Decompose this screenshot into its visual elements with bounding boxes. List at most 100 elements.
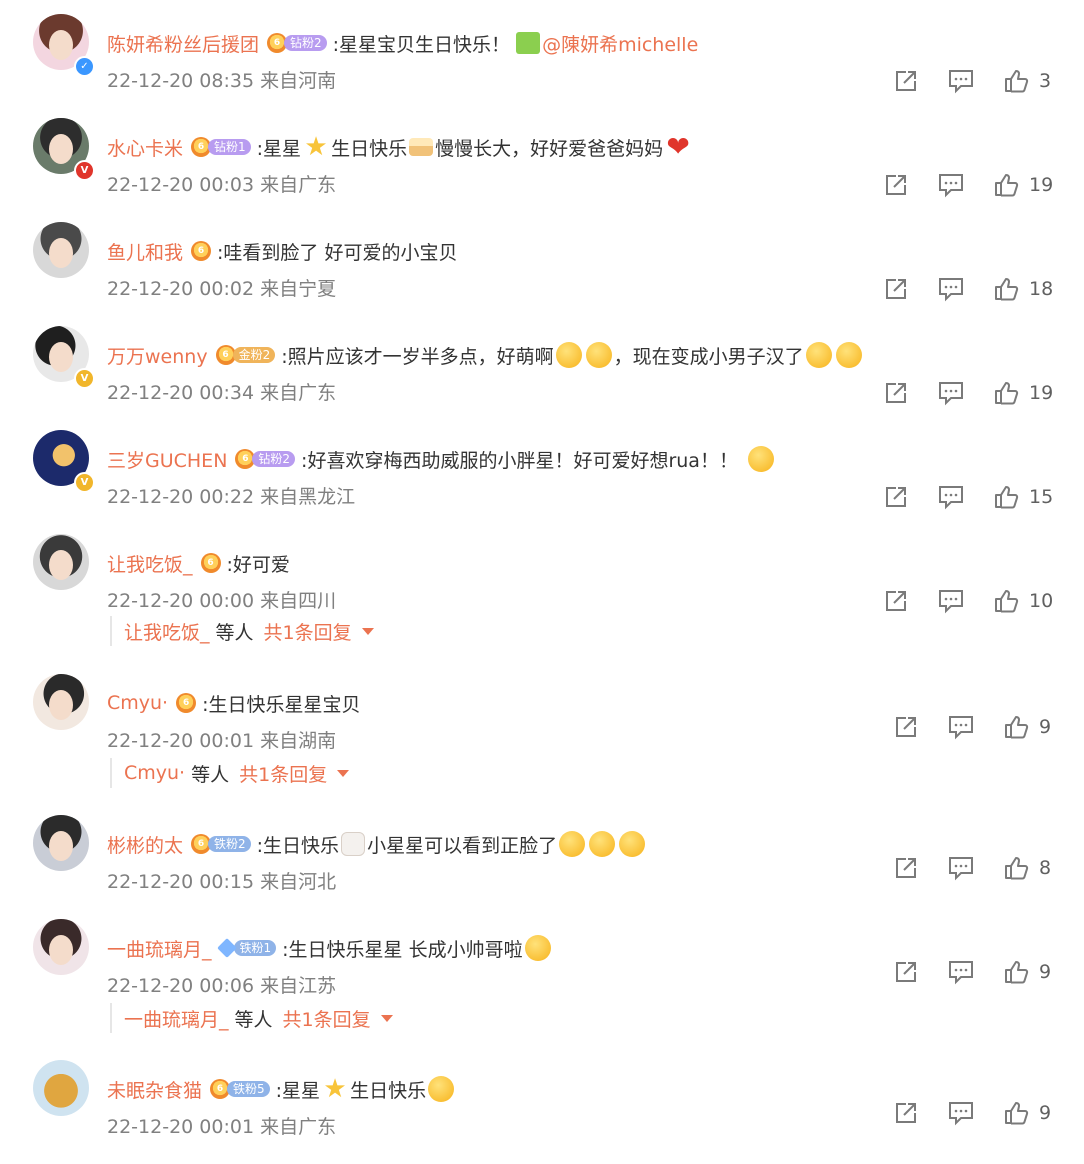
reply-button[interactable] xyxy=(937,170,965,200)
username-link[interactable]: 水心卡米 xyxy=(107,134,183,161)
chevron-down-icon[interactable] xyxy=(380,1014,393,1022)
username-link[interactable]: 万万wenny xyxy=(107,342,208,369)
avatar[interactable] xyxy=(33,919,89,975)
username-link[interactable]: 一曲琉璃月_ xyxy=(107,935,212,962)
comment-icon xyxy=(949,857,973,881)
diamond-icon xyxy=(216,938,237,958)
avatar[interactable] xyxy=(33,674,89,730)
share-button[interactable] xyxy=(893,712,919,742)
comment-meta: 22-12-20 00:02 来自宁夏 xyxy=(107,274,336,301)
chevron-down-icon[interactable] xyxy=(361,627,374,635)
share-button[interactable] xyxy=(893,1098,919,1128)
view-replies-link[interactable]: 共1条回复 xyxy=(264,618,352,645)
share-button[interactable] xyxy=(883,170,909,200)
mention-link[interactable]: @陳妍希michelle xyxy=(542,30,698,57)
avatar[interactable] xyxy=(33,1060,89,1116)
share-icon xyxy=(886,487,906,507)
like-button[interactable]: 9 xyxy=(1003,712,1051,742)
reply-button[interactable] xyxy=(937,586,965,616)
comment-meta: 22-12-20 00:01 来自湖南 xyxy=(107,726,336,753)
like-button[interactable]: 9 xyxy=(1003,957,1051,987)
comment-meta: 22-12-20 00:34 来自广东 xyxy=(107,378,336,405)
username-link[interactable]: Cmyu· xyxy=(107,692,168,714)
fan-badge: 6 铁粉5 xyxy=(210,1079,270,1099)
chevron-down-icon[interactable] xyxy=(337,769,350,777)
reply-button[interactable] xyxy=(947,957,975,987)
reply-button[interactable] xyxy=(947,712,975,742)
like-button[interactable]: 3 xyxy=(1003,66,1051,96)
comment-location: 来自宁夏 xyxy=(260,278,337,300)
username-link[interactable]: 彬彬的太 xyxy=(107,831,183,858)
username-link[interactable]: 陈妍希粉丝后援团 xyxy=(107,30,259,57)
like-button[interactable]: 8 xyxy=(1003,853,1051,883)
thumbs-up-icon xyxy=(995,174,1019,197)
comment-time: 22-12-20 08:35 xyxy=(107,70,255,92)
avatar[interactable] xyxy=(33,815,89,871)
comment-item: Cmyu· 6 :生日快乐星星宝贝 22-12-20 00:01 来自湖南 9 … xyxy=(0,674,1084,788)
reply-username-link[interactable]: 让我吃饭_ xyxy=(124,618,210,645)
username-link[interactable]: 未眠杂食猫 xyxy=(107,1076,202,1103)
thumbs-up-icon xyxy=(1005,1102,1029,1125)
username-link[interactable]: 三岁GUCHEN xyxy=(107,446,227,473)
comment-text: :星星 xyxy=(275,1079,321,1102)
share-button[interactable] xyxy=(883,274,909,304)
comment-meta: 22-12-20 00:03 来自广东 xyxy=(107,170,336,197)
avatar[interactable] xyxy=(33,222,89,278)
reply-button[interactable] xyxy=(947,66,975,96)
username-link[interactable]: 让我吃饭_ xyxy=(107,550,193,577)
username-link[interactable]: 鱼儿和我 xyxy=(107,238,183,265)
reply-button[interactable] xyxy=(937,274,965,304)
reply-summary: Cmyu· 等人 共1条回复 xyxy=(110,758,350,788)
share-button[interactable] xyxy=(893,957,919,987)
comment-text: :生日快乐 xyxy=(256,834,340,857)
comment-location: 来自四川 xyxy=(260,590,337,612)
share-button[interactable] xyxy=(883,586,909,616)
share-button[interactable] xyxy=(893,66,919,96)
fan-badge: 铁粉1 xyxy=(216,938,277,958)
comment-text: :星星宝贝生日快乐！ xyxy=(332,33,511,56)
like-button[interactable]: 18 xyxy=(993,274,1053,304)
like-button[interactable]: 9 xyxy=(1003,1098,1051,1128)
crying-emoji-icon xyxy=(747,446,774,472)
fan-badge: 6 铁粉2 xyxy=(191,834,251,854)
comment-text: :照片应该才一岁半多点，好萌啊 xyxy=(281,345,554,368)
comment-time: 22-12-20 00:34 xyxy=(107,382,255,404)
like-button[interactable]: 10 xyxy=(993,586,1053,616)
thumbs-up-icon xyxy=(995,590,1019,613)
comment-item: 让我吃饭_ 6 :好可爱 22-12-20 00:00 来自四川 10 让我吃饭… xyxy=(0,534,1084,646)
hug-emoji-icon xyxy=(559,831,586,857)
fan-badge: 6 金粉2 xyxy=(215,345,276,365)
view-replies-link[interactable]: 共1条回复 xyxy=(283,1005,371,1032)
reply-button[interactable] xyxy=(947,853,975,883)
like-button[interactable]: 15 xyxy=(993,482,1053,512)
comment-icon xyxy=(939,174,963,198)
comment-icon xyxy=(949,70,973,94)
comment-location: 来自江苏 xyxy=(260,975,337,997)
thumbs-up-icon xyxy=(1005,70,1029,93)
comment-text: 小星星可以看到正脸了 xyxy=(367,834,558,857)
share-icon xyxy=(896,1103,916,1123)
reply-button[interactable] xyxy=(937,378,965,408)
comment-text: :哇看到脸了 好可爱的小宝贝 xyxy=(217,241,458,264)
comment-icon xyxy=(949,716,973,740)
share-icon xyxy=(896,858,916,878)
reply-button[interactable] xyxy=(937,482,965,512)
share-button[interactable] xyxy=(883,378,909,408)
thumbs-up-icon xyxy=(995,278,1019,301)
comment-location: 来自广东 xyxy=(260,174,337,196)
like-button[interactable]: 19 xyxy=(993,170,1053,200)
reply-button[interactable] xyxy=(947,1098,975,1128)
like-button[interactable]: 19 xyxy=(993,378,1053,408)
share-button[interactable] xyxy=(893,853,919,883)
comment-meta: 22-12-20 00:22 来自黑龙江 xyxy=(107,482,355,509)
avatar[interactable] xyxy=(33,534,89,590)
reply-summary: 让我吃饭_ 等人 共1条回复 xyxy=(110,616,374,646)
love-emoji-icon xyxy=(585,342,612,368)
comment-location: 来自黑龙江 xyxy=(260,486,356,508)
share-button[interactable] xyxy=(883,482,909,512)
reply-username-link[interactable]: Cmyu· xyxy=(124,762,185,784)
view-replies-link[interactable]: 共1条回复 xyxy=(239,760,327,787)
reply-username-link[interactable]: 一曲琉璃月_ xyxy=(124,1005,229,1032)
comment-icon xyxy=(949,961,973,985)
share-icon xyxy=(896,717,916,737)
